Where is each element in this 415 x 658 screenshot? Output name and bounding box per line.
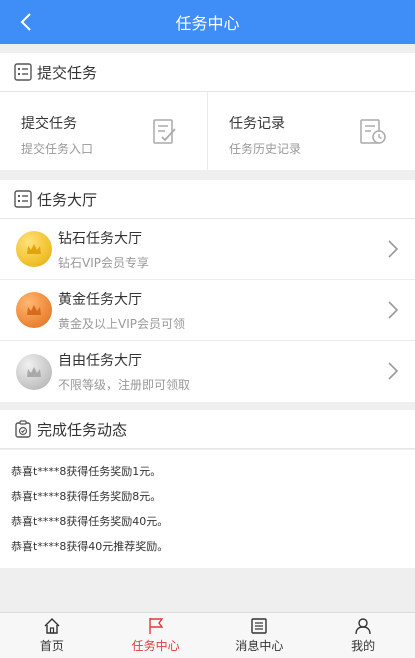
tab-task-center-label: 任务中心: [131, 639, 180, 653]
tab-task-center[interactable]: 任务中心: [104, 613, 208, 658]
gold-hall-item[interactable]: 黄金任务大厅 黄金及以上VIP会员可领: [0, 280, 415, 341]
tab-mine[interactable]: 我的: [311, 613, 415, 658]
task-record-title: 任务记录: [229, 116, 285, 132]
back-button[interactable]: [8, 0, 44, 44]
submit-section-title: 提交任务: [37, 63, 98, 82]
tab-home[interactable]: 首页: [0, 613, 104, 658]
flag-icon: [147, 617, 165, 635]
user-icon: [354, 617, 372, 635]
free-hall-title: 自由任务大厅: [58, 353, 142, 369]
submit-task-grid: 提交任务 提交任务入口 任务记录 任务历史记录: [0, 92, 415, 170]
bottom-tab-bar: 首页 任务中心 消息中心 我的: [0, 612, 415, 658]
feed-item: 恭喜t****8获得任务奖励40元。: [11, 515, 169, 528]
submit-task-button[interactable]: 提交任务 提交任务入口: [0, 92, 207, 170]
checklist-icon: [14, 190, 32, 208]
task-record-subtitle: 任务历史记录: [229, 142, 302, 156]
feed-section-header: 完成任务动态: [0, 410, 415, 449]
checklist-icon: [14, 63, 32, 81]
home-icon: [43, 617, 61, 635]
tab-mine-label: 我的: [351, 639, 376, 653]
clipboard-check-icon: [14, 420, 32, 438]
chevron-left-icon: [20, 13, 31, 31]
top-nav-bar: 任务中心: [0, 0, 415, 44]
chevron-right-icon: [388, 362, 399, 380]
chevron-right-icon: [388, 240, 399, 258]
task-record-button[interactable]: 任务记录 任务历史记录: [207, 92, 415, 170]
gold-hall-title: 黄金任务大厅: [58, 291, 142, 308]
page-title: 任务中心: [175, 14, 240, 33]
orange-crown-icon: [16, 292, 52, 328]
task-feed-list: 恭喜t****8获得任务奖励1元。 恭喜t****8获得任务奖励8元。 恭喜t*…: [0, 450, 415, 568]
tab-home-label: 首页: [39, 639, 64, 653]
diamond-hall-title: 钻石任务大厅: [58, 230, 142, 247]
edit-document-icon: [153, 119, 176, 144]
tab-message-center[interactable]: 消息中心: [208, 613, 312, 658]
free-hall-subtitle: 不限等级，注册即可领取: [58, 378, 191, 392]
submit-task-subtitle: 提交任务入口: [21, 142, 94, 156]
gold-hall-subtitle: 黄金及以上VIP会员可领: [58, 316, 185, 331]
list-icon: [250, 617, 268, 635]
silver-crown-icon: [16, 353, 52, 390]
gold-crown-icon: [16, 231, 52, 267]
feed-section-title: 完成任务动态: [37, 420, 128, 439]
feed-item: 恭喜t****8获得任务奖励8元。: [11, 490, 162, 503]
chevron-right-icon: [388, 301, 399, 319]
history-document-icon: [360, 119, 386, 144]
tab-message-center-label: 消息中心: [235, 639, 284, 653]
hall-section-title: 任务大厅: [37, 190, 98, 209]
hall-section-header: 任务大厅: [0, 180, 415, 219]
submit-task-title: 提交任务: [21, 116, 77, 132]
free-hall-item[interactable]: 自由任务大厅 不限等级，注册即可领取: [0, 341, 415, 402]
submit-section-header: 提交任务: [0, 53, 415, 92]
feed-item: 恭喜t****8获得40元推荐奖励。: [11, 540, 169, 553]
diamond-hall-subtitle: 钻石VIP会员专享: [58, 255, 149, 270]
feed-item: 恭喜t****8获得任务奖励1元。: [11, 465, 162, 478]
diamond-hall-item[interactable]: 钻石任务大厅 钻石VIP会员专享: [0, 219, 415, 280]
task-hall-list: 钻石任务大厅 钻石VIP会员专享 黄金任务大厅 黄金及以上VIP会员可领 自由任…: [0, 219, 415, 402]
